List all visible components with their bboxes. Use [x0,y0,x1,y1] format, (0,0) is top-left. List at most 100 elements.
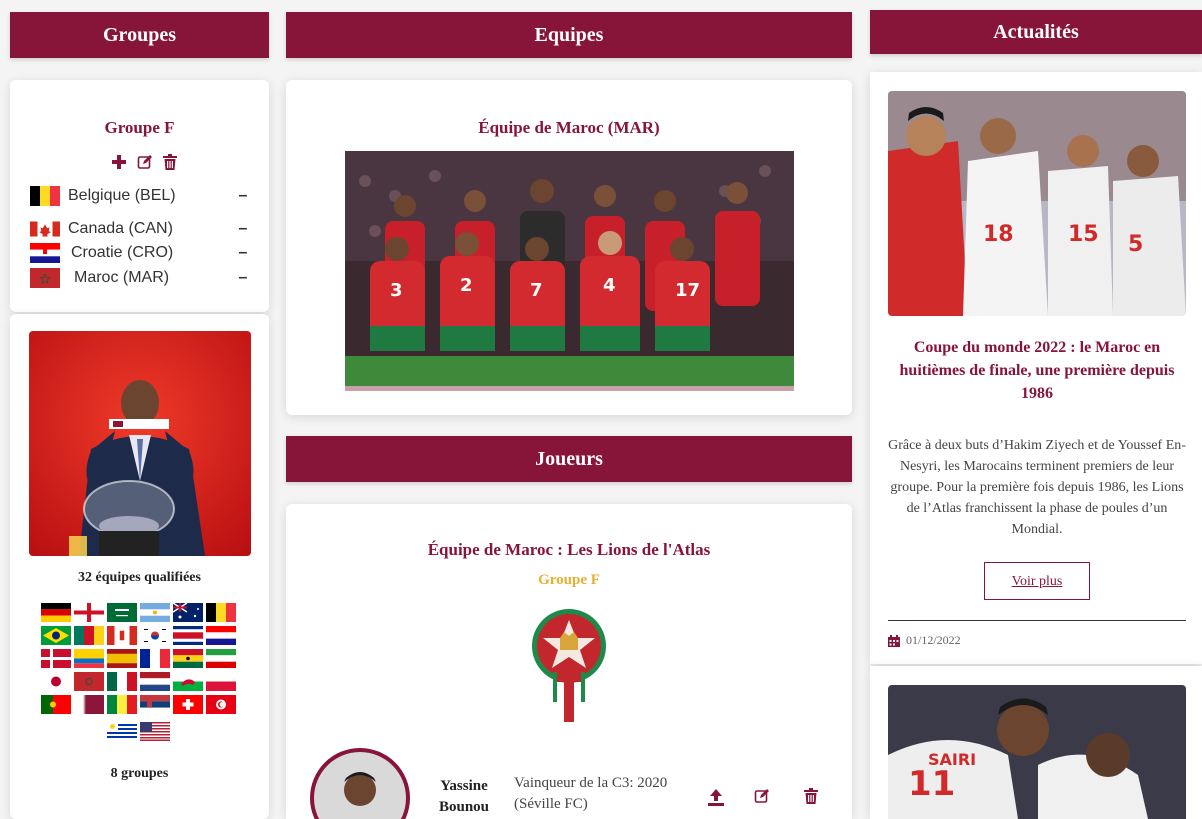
morocco-team-photo: 3 2 7 4 17 [345,151,794,391]
team-name: Canada (CAN) [68,220,173,237]
qualified-card: 32 équipes qualifiées 8 groupes [10,314,269,819]
team-points: – [238,220,248,237]
actualites-header: Actualités [870,10,1202,54]
edit-icon[interactable] [137,154,153,174]
qualified-label: 32 équipes qualifiées [78,570,201,585]
morocco-celebration-photo: 18 15 5 [888,91,1186,316]
south-korea-flag-icon [140,626,170,645]
germany-flag-icon [41,603,71,622]
players-card: Équipe de Maroc : Les Lions de l'Atlas G… [286,504,852,819]
argentina-flag-icon [140,603,170,622]
group-title: Groupe F [104,118,175,137]
team-name: Belgique (BEL) [68,187,176,204]
add-icon[interactable] [111,154,127,174]
groupes-header-label: Groupes [103,24,176,46]
netherlands-flag-icon [140,672,170,691]
uruguay-flag-icon [107,722,137,741]
team-name: Croatie (CRO) [71,244,174,261]
mexico-flag-icon [107,672,137,691]
frmf-crest [529,608,609,723]
groupes-header: Groupes [10,12,269,58]
morocco-flag-icon [30,268,60,288]
equipes-header: Equipes [286,12,852,58]
players-group-label: Groupe F [538,572,600,588]
belgium-flag-icon [30,186,60,206]
wales-flag-icon [173,672,203,691]
svg-text:5: 5 [1128,232,1143,257]
canada-flag-icon [107,626,137,645]
usa-flag-icon [140,722,170,741]
costa-rica-flag-icon [173,626,203,645]
canada-flag-icon [30,221,60,237]
joueurs-header: Joueurs [286,436,852,482]
svg-text:17: 17 [675,280,700,301]
draw-ceremony-photo [29,331,251,556]
news-title: Coupe du monde 2022 : le Maroc en huitiè… [899,339,1175,402]
france-flag-icon [140,649,170,668]
denmark-flag-icon [41,649,71,668]
svg-text:3: 3 [390,280,403,301]
player-name: Yassine Bounou [436,776,492,818]
qualified-flags-grid [41,603,236,714]
spain-flag-icon [107,649,137,668]
team-row-canada[interactable]: Canada (CAN) – [30,217,250,241]
player-achievement: Vainqueur de la C3: 2020 (Séville FC) [514,773,704,815]
svg-text:SAIRI: SAIRI [928,750,976,769]
serbia-flag-icon [140,695,170,714]
actualites-header-label: Actualités [993,21,1079,43]
qualified-flags-last-row [107,722,170,741]
group-actions [104,154,184,174]
news-card: 18 15 5 Coupe du monde 2022 : le Maroc en … [870,72,1202,664]
senegal-flag-icon [107,695,137,714]
ghana-flag-icon [173,649,203,668]
joueurs-header-label: Joueurs [535,448,603,470]
team-points: – [238,269,248,286]
group-card: Groupe F Belgique (BEL) – Canada (CAN) –… [10,80,269,312]
player-delete-icon[interactable] [804,788,818,808]
news-date: 01/12/2022 [888,633,961,648]
player-first-name: Yassine [440,778,488,794]
cameroon-flag-icon [74,626,104,645]
calendar-icon [888,634,900,647]
team-title: Équipe de Maroc (MAR) [478,118,660,137]
player-edit-icon[interactable] [754,788,770,808]
team-points: – [238,187,248,204]
player-row[interactable]: Yassine Bounou Vainqueur de la C3: 2020 … [310,748,840,819]
news-divider [888,620,1186,621]
player-last-name: Bounou [438,799,490,815]
tunisia-flag-icon [206,695,236,714]
croatia-flag-icon [30,243,60,263]
groups-count-label: 8 groupes [110,766,169,781]
japan-flag-icon [41,672,71,691]
morocco-flag-icon [74,672,104,691]
team-row-croatie[interactable]: Croatie (CRO) – [30,241,250,265]
belgium-flag-icon [206,603,236,622]
delete-icon[interactable] [163,154,177,174]
upload-icon[interactable] [708,788,724,810]
svg-text:18: 18 [983,222,1014,247]
player-achievement-line2: (Séville FC) [514,796,588,812]
team-row-maroc[interactable]: Maroc (MAR) – [30,266,250,290]
england-flag-icon [74,603,104,622]
news-body: Grâce à deux buts d’Hakim Ziyech et de Y… [888,438,1186,537]
news-date-text: 01/12/2022 [906,633,961,647]
svg-text:7: 7 [530,280,543,301]
team-row-belgique[interactable]: Belgique (BEL) – [30,184,250,208]
svg-text:15: 15 [1068,222,1099,247]
players-team-title: Équipe de Maroc : Les Lions de l'Atlas [427,540,711,559]
svg-text:2: 2 [460,275,473,296]
equipes-header-label: Equipes [534,24,604,46]
australia-flag-icon [173,603,203,622]
team-name: Maroc (MAR) [74,269,170,286]
poland-flag-icon [206,672,236,691]
team-card: Équipe de Maroc (MAR) 3 2 7 4 17 [286,80,852,415]
svg-text:11: 11 [908,764,955,804]
news-card-2: 11 SAIRI [870,666,1202,819]
svg-text:4: 4 [603,275,616,296]
player-avatar [310,748,410,819]
iran-flag-icon [206,649,236,668]
voir-plus-button[interactable]: Voir plus [984,562,1090,600]
switzerland-flag-icon [173,695,203,714]
portugal-flag-icon [41,695,71,714]
news-photo-2: 11 SAIRI [888,685,1186,819]
